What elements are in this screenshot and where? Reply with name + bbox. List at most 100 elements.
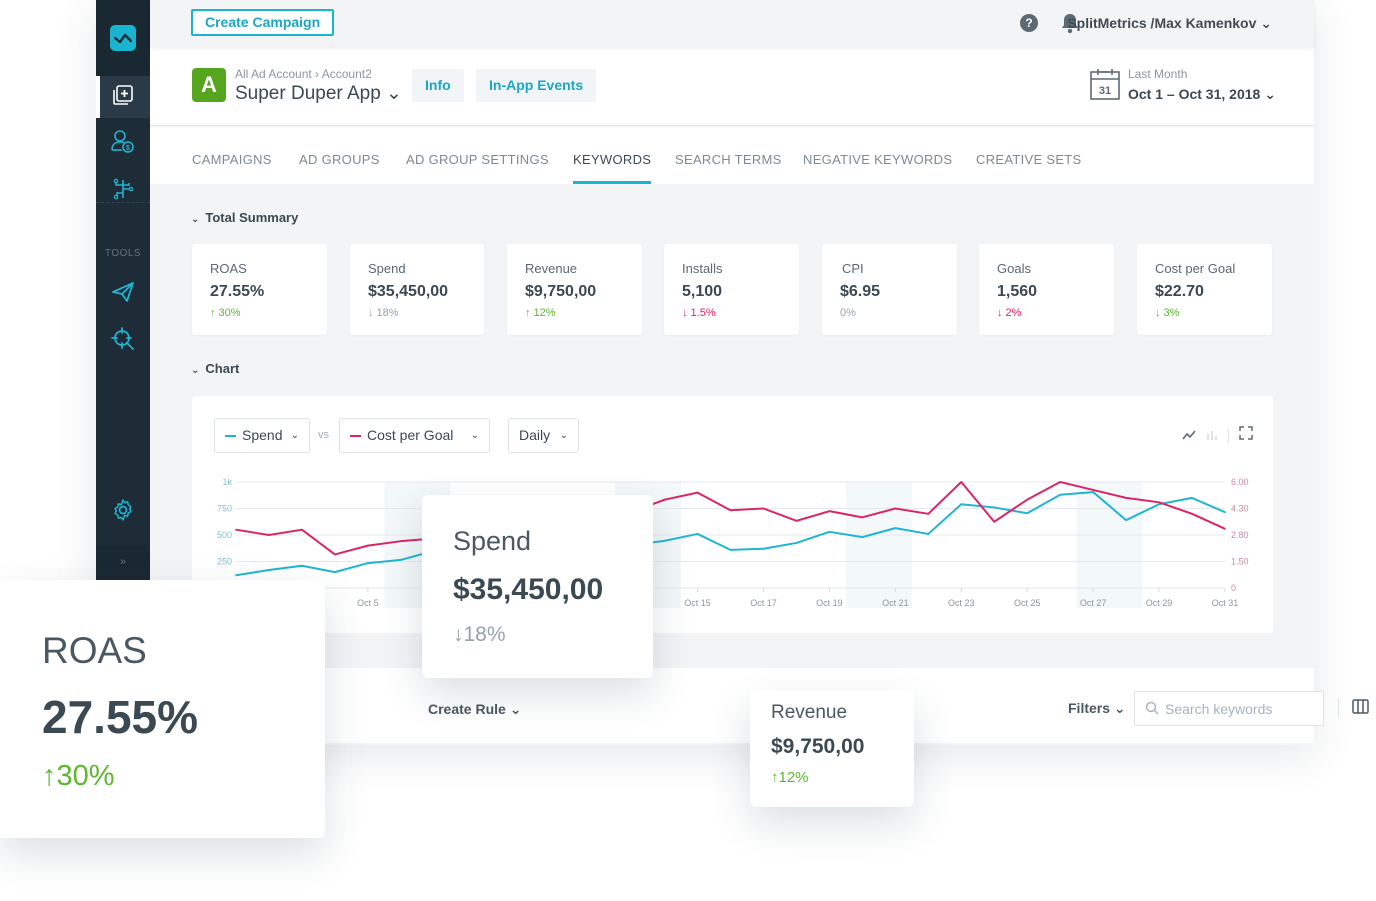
tab-ad-group-settings[interactable]: AD GROUP SETTINGS	[406, 152, 549, 167]
kpi-change: ↓ 18%	[368, 307, 399, 319]
kpi-card-cpi[interactable]: CPI $6.95 0%	[822, 244, 957, 335]
kpi-card-revenue[interactable]: Revenue $9,750,00 ↑ 12%	[507, 244, 642, 335]
app-selector[interactable]: Super Duper App ⌄	[235, 82, 402, 105]
total-summary-toggle[interactable]: ⌄ Total Summary	[191, 210, 298, 225]
in-app-events-button[interactable]: In-App Events	[476, 69, 597, 102]
data-point-cost-per-goal	[861, 516, 864, 519]
data-point-spend	[268, 569, 270, 571]
sidebar-item-campaigns[interactable]	[96, 76, 150, 118]
trend-line-icon	[110, 25, 136, 51]
data-point-cost-per-goal	[993, 520, 996, 523]
tab-bar: CAMPAIGNS AD GROUPS AD GROUP SETTINGS KE…	[150, 127, 1314, 184]
data-point-cost-per-goal	[1224, 528, 1226, 530]
search-box	[1134, 691, 1324, 726]
calendar-icon[interactable]: 31	[1090, 68, 1120, 105]
kpi-change: ↓ 2%	[997, 307, 1022, 319]
sidebar-item-users[interactable]: $	[96, 122, 150, 164]
filters-button[interactable]: Filters ⌄	[1068, 700, 1126, 717]
search-keywords-input[interactable]	[1165, 692, 1320, 725]
kpi-card-cost-per-goal[interactable]: Cost per Goal $22.70 ↓ 3%	[1137, 244, 1272, 335]
x-tick-label: Oct 15	[684, 598, 711, 608]
data-point-cost-per-goal	[828, 510, 831, 512]
y-right-tick-label: 0	[1231, 583, 1236, 593]
floating-revenue-change: ↑12%	[771, 769, 809, 786]
tab-keywords[interactable]: KEYWORDS	[573, 152, 652, 184]
date-preset: Last Month	[1128, 67, 1188, 81]
data-point-spend	[1191, 497, 1193, 499]
data-point-cost-per-goal	[1191, 513, 1193, 515]
data-point-cost-per-goal	[301, 528, 303, 531]
kpi-value: $6.95	[840, 283, 881, 300]
sidebar: $ TOOLS »	[96, 0, 150, 580]
info-button[interactable]: Info	[412, 69, 464, 102]
user-dollar-icon: $	[110, 128, 136, 159]
kpi-card-spend[interactable]: Spend $35,450,00 ↓ 18%	[350, 244, 484, 335]
tab-creative-sets[interactable]: CREATIVE SETS	[976, 152, 1082, 167]
data-point-cost-per-goal	[400, 540, 402, 542]
floating-card-spend: Spend $35,450,00 ↓18%	[422, 495, 653, 678]
floating-card-roas: ROAS 27.55% ↑30%	[0, 580, 325, 838]
create-rule-button[interactable]: Create Rule ⌄	[428, 701, 521, 718]
sidebar-item-send[interactable]	[96, 273, 150, 315]
y-right-tick-label: 2.80	[1231, 530, 1249, 540]
floating-spend-value: $35,450,00	[453, 573, 604, 606]
floating-spend-label: Spend	[453, 526, 532, 556]
y-left-tick-label: 1k	[222, 477, 232, 487]
data-point-spend	[894, 527, 897, 529]
data-point-spend	[301, 564, 303, 567]
breadcrumb[interactable]: All Ad Account › Account2	[235, 67, 372, 81]
user-menu[interactable]: SplitMetrics /Max Kamenkov ⌄	[1064, 15, 1272, 32]
toolbar-separator	[1338, 699, 1339, 717]
kpi-card-roas[interactable]: ROAS 27.55% ↑ 30%	[192, 244, 327, 335]
columns-icon[interactable]	[1352, 699, 1369, 719]
kpi-label: Spend	[368, 261, 406, 276]
expand-sidebar-button[interactable]: »	[96, 545, 150, 580]
tools-label: TOOLS	[104, 248, 142, 259]
kpi-value: $22.70	[1155, 283, 1204, 300]
data-point-spend	[993, 506, 996, 509]
tab-campaigns[interactable]: CAMPAIGNS	[192, 152, 272, 167]
tab-ad-groups[interactable]: AD GROUPS	[299, 152, 380, 167]
tab-negative-keywords[interactable]: NEGATIVE KEYWORDS	[803, 152, 952, 167]
weekend-band	[1076, 482, 1143, 608]
data-point-spend	[762, 547, 765, 550]
data-point-cost-per-goal	[235, 528, 237, 531]
x-tick-label: Oct 17	[750, 598, 777, 608]
data-point-spend	[235, 574, 237, 577]
kpi-value: $9,750,00	[525, 283, 597, 300]
data-point-cost-per-goal	[1092, 489, 1094, 491]
kpi-value: $35,450,00	[368, 283, 449, 300]
data-point-cost-per-goal	[334, 553, 336, 556]
chevron-down-icon: ⌄	[191, 365, 200, 376]
kpi-change: ↓ 3%	[1155, 307, 1180, 319]
help-icon[interactable]: ?	[1020, 14, 1038, 32]
tab-search-terms[interactable]: SEARCH TERMS	[675, 152, 782, 167]
svg-text:$: $	[126, 145, 130, 152]
data-point-cost-per-goal	[762, 507, 765, 510]
kpi-card-installs[interactable]: Installs 5,100 ↓ 1.5%	[664, 244, 799, 335]
y-left-tick-label: 250	[217, 557, 232, 567]
chevron-down-icon: ⌄	[191, 214, 200, 225]
sidebar-divider	[96, 202, 150, 203]
y-right-tick-label: 6.00	[1231, 477, 1249, 487]
sidebar-item-settings[interactable]	[96, 491, 150, 533]
data-point-cost-per-goal	[927, 513, 930, 515]
date-range-picker[interactable]: Oct 1 – Oct 31, 2018 ⌄	[1128, 86, 1276, 103]
chart-toggle[interactable]: ⌄ Chart	[191, 361, 239, 376]
sidebar-item-keyword-research[interactable]	[96, 320, 150, 362]
y-left-tick-label: 750	[217, 504, 232, 514]
x-tick-label: Oct 19	[816, 598, 843, 608]
x-tick-label: Oct 21	[882, 598, 909, 608]
floating-card-revenue: Revenue $9,750,00 ↑12%	[750, 690, 914, 807]
data-point-spend	[1059, 493, 1061, 496]
data-point-spend	[729, 549, 732, 551]
target-search-icon	[110, 326, 136, 357]
sidebar-item-integrations[interactable]	[96, 170, 150, 212]
kpi-card-goals[interactable]: Goals 1,560 ↓ 2%	[979, 244, 1114, 335]
data-point-spend	[696, 533, 699, 535]
data-point-cost-per-goal	[696, 491, 699, 494]
create-campaign-button[interactable]: Create Campaign	[191, 9, 335, 36]
data-point-cost-per-goal	[1059, 481, 1061, 483]
kpi-label: CPI	[842, 261, 864, 276]
logo[interactable]	[96, 0, 150, 76]
